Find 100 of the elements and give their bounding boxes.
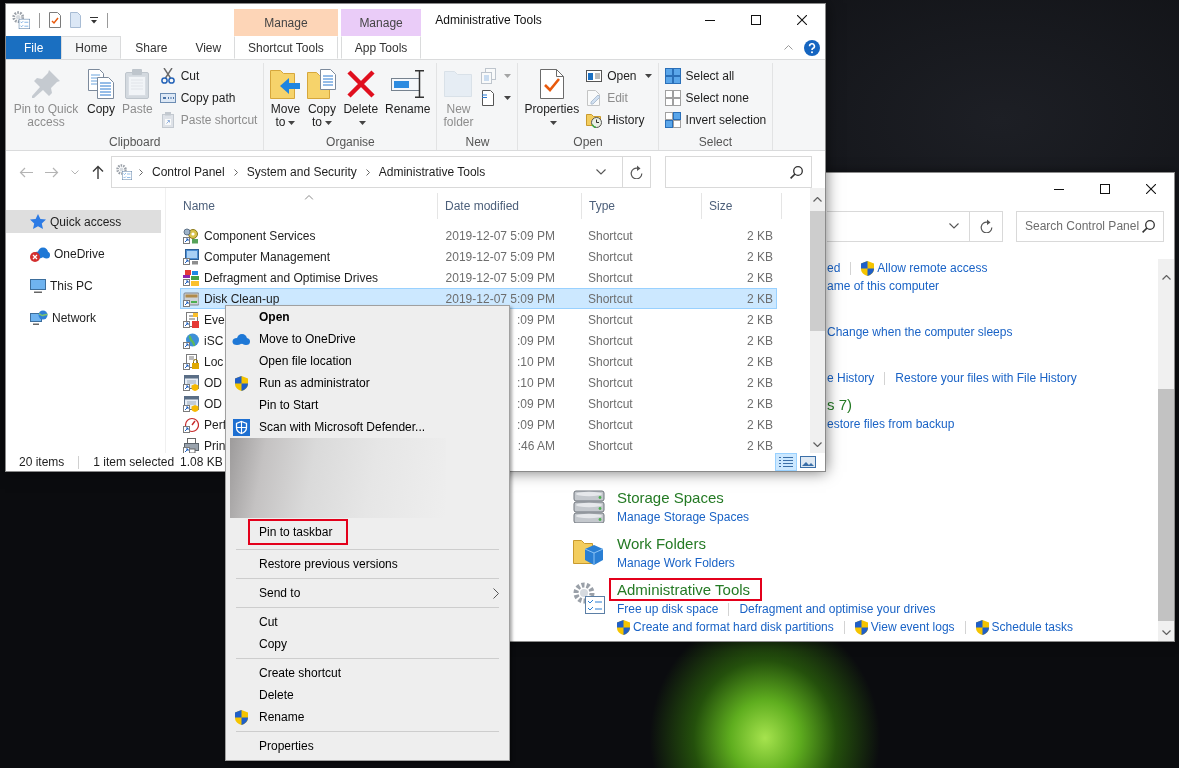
ribbon-button[interactable]: Copy	[85, 65, 117, 116]
file-type: Shortcut	[588, 438, 633, 453]
ribbon-button[interactable]: Invert selection	[662, 109, 769, 131]
nav-item[interactable]: OneDrive	[6, 242, 161, 265]
ribbon-button[interactable]: Select none	[662, 87, 751, 109]
file-name[interactable]: Prin	[204, 438, 226, 453]
ribbon-button[interactable]: History	[584, 109, 647, 131]
file-name[interactable]: Perf	[204, 417, 226, 432]
column-header[interactable]: Name	[180, 193, 438, 219]
pages-icon	[481, 68, 496, 84]
menu-item[interactable]: Open file location	[226, 350, 509, 372]
ribbon-button[interactable]: Cut	[157, 65, 202, 87]
search-field[interactable]	[665, 156, 812, 188]
selected-row-highlight[interactable]: Disk Clean-up 2019-12-07 5:09 PM Shortcut 2 KB	[180, 288, 777, 309]
menu-item[interactable]: Open	[226, 306, 509, 328]
task-link[interactable]: Allow remote access	[861, 260, 988, 276]
column-header[interactable]: Size	[702, 193, 782, 219]
ribbon-tab[interactable]: App Tools	[340, 36, 422, 59]
menu-item[interactable]: Send to	[226, 582, 509, 604]
task-link[interactable]: Change when the computer sleeps	[827, 325, 1013, 339]
file-type: Shortcut	[588, 396, 633, 411]
folder-clock-icon	[586, 112, 603, 128]
nav-item[interactable]: Network	[6, 306, 161, 329]
item-count: 20 items	[19, 455, 65, 469]
ribbon-button[interactable]: Move to	[268, 65, 303, 129]
ribbon-tab[interactable]: Shortcut Tools	[234, 36, 338, 59]
category-title[interactable]: s 7)	[827, 395, 852, 415]
x-mark-icon	[346, 70, 375, 98]
file-name[interactable]: Eve	[204, 312, 225, 327]
search-field[interactable]: Search Control Panel	[1016, 210, 1164, 242]
file-name[interactable]: iSC	[204, 333, 224, 348]
address-field[interactable]	[827, 210, 970, 242]
ribbon-button[interactable]: Copy to	[305, 65, 339, 129]
scrollbar-thumb[interactable]	[1158, 389, 1174, 621]
file-name[interactable]: OD	[204, 375, 222, 390]
menu-item[interactable]: Create shortcut	[226, 662, 509, 684]
ribbon-button[interactable]: Copy path	[157, 87, 238, 109]
file-name[interactable]: Loc	[204, 354, 224, 369]
menu-item[interactable]: Scan with Microsoft Defender...	[226, 416, 509, 438]
menu-item[interactable]: Copy	[226, 633, 509, 655]
breadcrumb[interactable]: Administrative Tools	[376, 165, 488, 179]
file-type: Shortcut	[588, 291, 633, 306]
menu-item[interactable]: Restore previous versions	[226, 553, 509, 575]
refresh-button[interactable]	[970, 210, 1003, 242]
ribbon-button[interactable]: Properties	[522, 65, 582, 129]
nav-item[interactable]: Quick access	[6, 210, 161, 233]
details-view-button[interactable]	[775, 453, 797, 471]
task-link[interactable]: e History	[827, 371, 875, 385]
scroll-down-icon	[813, 442, 822, 447]
menu-item[interactable]: Pin to taskbar	[226, 518, 509, 546]
scrollbar-thumb[interactable]	[810, 211, 825, 331]
scroll-up-icon	[1161, 275, 1171, 280]
file-name[interactable]: Computer Management	[204, 249, 331, 264]
task-link[interactable]: Manage Storage Spaces	[617, 510, 750, 524]
ribbon-button[interactable]: Delete	[341, 65, 381, 129]
check-document-icon	[49, 12, 61, 28]
task-link[interactable]: Defragment and optimise your drives	[739, 602, 936, 616]
category-title[interactable]: Storage Spaces	[617, 488, 724, 508]
menu-item[interactable]: Properties	[226, 735, 509, 757]
menu-item[interactable]: Rename	[226, 706, 509, 728]
task-link[interactable]: Create and format hard disk partitions	[617, 619, 834, 635]
ribbon-tab[interactable]: File	[6, 36, 62, 59]
menu-item[interactable]: Move to OneDrive	[226, 328, 509, 350]
large-icons-view-button[interactable]	[797, 453, 819, 471]
column-header[interactable]: Type	[582, 193, 702, 219]
task-link[interactable]: Restore your files with File History	[895, 371, 1077, 385]
lock-document-icon	[183, 353, 199, 370]
task-link[interactable]: ame of this computer	[827, 279, 940, 293]
address-bar[interactable]: Control Panel System and Security Administrative Tools	[111, 156, 651, 188]
ribbon-button[interactable]: Rename	[383, 65, 433, 116]
task-link[interactable]: Schedule tasks	[975, 619, 1073, 635]
back-arrow-icon	[19, 166, 33, 178]
document-icon	[70, 12, 81, 28]
menu-item[interactable]: Cut	[226, 611, 509, 633]
menu-item[interactable]: Pin to Start	[226, 394, 509, 416]
file-size: 2 KB	[747, 312, 773, 327]
file-name[interactable]: Defragment and Optimise Drives	[204, 270, 379, 285]
category-title[interactable]: Administrative Tools	[609, 578, 763, 601]
task-link[interactable]: ed	[827, 261, 841, 275]
breadcrumb[interactable]: Control Panel	[150, 165, 227, 179]
ribbon-tab[interactable]: Home	[61, 36, 122, 59]
file-name[interactable]: Component Services	[204, 228, 316, 243]
date-modified: :10 PM	[517, 354, 555, 369]
menu-item[interactable]: Run as administrator	[226, 372, 509, 394]
task-link[interactable]: Free up disk space	[617, 602, 719, 616]
task-link[interactable]: Manage Work Folders	[617, 556, 735, 570]
column-header[interactable]: Date modified	[438, 193, 582, 219]
task-link[interactable]: View event logs	[854, 619, 955, 635]
task-link[interactable]: estore files from backup	[827, 417, 955, 431]
menu-item[interactable]: Delete	[226, 684, 509, 706]
gear-window-icon	[573, 582, 605, 614]
shield-tile-icon	[232, 418, 250, 436]
nav-item[interactable]: This PC	[6, 274, 161, 297]
file-name[interactable]: Disk Clean-up	[204, 291, 280, 306]
breadcrumb[interactable]: System and Security	[244, 165, 359, 179]
printer-icon	[183, 437, 199, 453]
file-name[interactable]: OD	[204, 396, 222, 411]
ribbon-button[interactable]: Select all	[662, 65, 737, 87]
category-title[interactable]: Work Folders	[617, 534, 706, 554]
ribbon-button[interactable]: Open	[584, 65, 654, 87]
